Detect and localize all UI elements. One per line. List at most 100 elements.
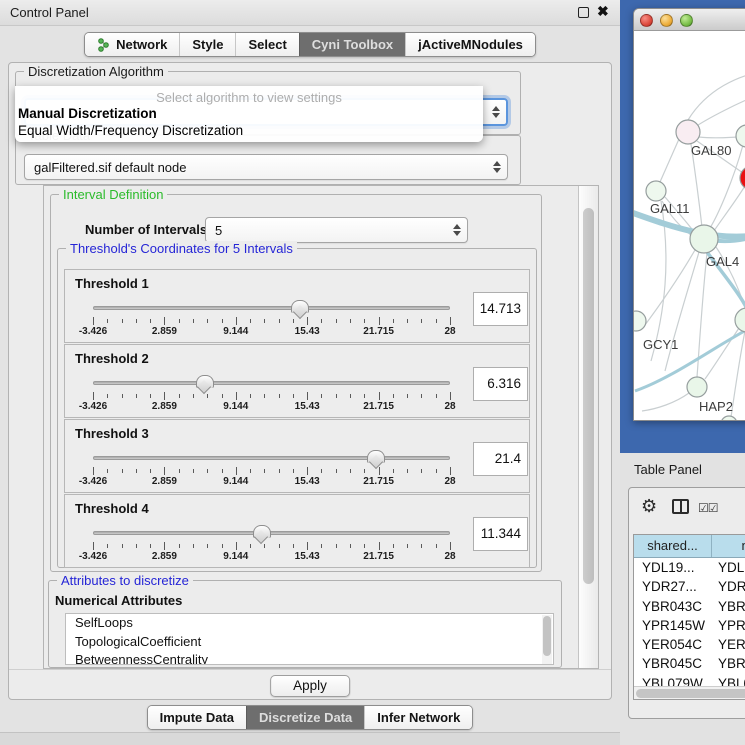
combo-stepper-icon — [492, 106, 500, 118]
network-edge[interactable] — [714, 186, 745, 231]
table-cell: YDR27... — [634, 577, 712, 596]
threshold-value-field[interactable]: 21.4 — [473, 442, 528, 476]
table-horizontal-scrollbar[interactable] — [634, 686, 745, 700]
list-scrollbar[interactable] — [542, 615, 552, 665]
slider-tick-labels: -3.4262.8599.14415.4321.71528 — [93, 326, 450, 338]
tick-label: 28 — [444, 326, 455, 337]
tick-label: 2.859 — [152, 476, 177, 487]
slider-track[interactable] — [93, 456, 450, 460]
threshold-label: Threshold 3 — [75, 426, 149, 441]
popup-item-equal-width-frequency[interactable]: Equal Width/Frequency Discretization — [18, 123, 243, 138]
tick-label: 9.144 — [223, 326, 248, 337]
tick-label: 15.43 — [295, 401, 320, 412]
table-row[interactable]: YBR045CYBR0 — [634, 654, 745, 673]
table-header-row: shared... na — [634, 535, 745, 558]
threshold-value-field[interactable]: 11.344 — [473, 517, 528, 551]
settings-scrollpane: Interval Definition Number of Intervals … — [43, 185, 599, 669]
algorithm-dropdown-popup: Select algorithm to view settings Manual… — [15, 86, 483, 142]
number-of-intervals-combobox[interactable]: 5 — [205, 217, 468, 243]
network-node[interactable] — [687, 377, 707, 397]
table-row[interactable]: YBR043CYBR0 — [634, 597, 745, 616]
network-node[interactable] — [634, 311, 646, 331]
attribute-list-item[interactable]: SelfLoops — [66, 614, 541, 633]
threshold-3-slider[interactable]: -3.4262.8599.14415.4321.71528 — [93, 456, 450, 486]
tick-label: -3.426 — [79, 326, 107, 337]
network-node[interactable] — [721, 416, 737, 421]
settings-scrollbar[interactable] — [578, 186, 598, 668]
combo-placeholder-text: Select algorithm to view settings — [15, 90, 483, 105]
network-node[interactable] — [690, 225, 718, 253]
minimize-traffic-light-icon[interactable] — [660, 14, 673, 27]
attribute-list-item[interactable]: BetweennessCentrality — [66, 651, 541, 665]
slider-ticks — [93, 467, 450, 475]
tab-jactivemnodules[interactable]: jActiveMNodules — [405, 33, 535, 56]
column-header-shared-name[interactable]: shared... — [634, 535, 712, 557]
tab-label: Infer Network — [377, 710, 460, 725]
network-edge[interactable] — [660, 139, 679, 182]
tick-label: 15.43 — [295, 476, 320, 487]
slider-track[interactable] — [93, 306, 450, 310]
interval-definition-group: Interval Definition Number of Intervals … — [50, 194, 542, 572]
tab-impute-data[interactable]: Impute Data — [148, 706, 246, 729]
tab-network[interactable]: Network — [85, 33, 179, 56]
network-node[interactable] — [735, 308, 745, 332]
table-row[interactable]: YBL079WYBL0 — [634, 674, 745, 686]
table-row[interactable]: YER054CYER0 — [634, 635, 745, 654]
column-header-name[interactable]: na — [712, 535, 745, 557]
network-edge[interactable] — [688, 71, 745, 120]
slider-track[interactable] — [93, 531, 450, 535]
threshold-label: Threshold 2 — [75, 351, 149, 366]
panel-footer — [0, 732, 620, 745]
tick-label: 2.859 — [152, 401, 177, 412]
tab-infer-network[interactable]: Infer Network — [364, 706, 472, 729]
table-cell: YBL079W — [634, 674, 712, 686]
tab-cyni-toolbox[interactable]: Cyni Toolbox — [299, 33, 405, 56]
float-window-icon[interactable] — [578, 7, 589, 18]
scrollbar-thumb[interactable] — [583, 208, 594, 584]
network-node[interactable] — [736, 125, 745, 147]
network-window-titlebar[interactable] — [634, 9, 745, 31]
network-edge[interactable] — [665, 252, 699, 371]
close-traffic-light-icon[interactable] — [640, 14, 653, 27]
network-edge[interactable] — [642, 250, 695, 329]
threshold-1-slider[interactable]: -3.4262.8599.14415.4321.71528 — [93, 306, 450, 336]
tab-label: Cyni Toolbox — [312, 37, 393, 52]
checkboxes-icon[interactable]: ☑☑ — [698, 501, 718, 515]
tab-select[interactable]: Select — [235, 33, 298, 56]
attribute-list-item[interactable]: TopologicalCoefficient — [66, 633, 541, 652]
tab-style[interactable]: Style — [179, 33, 235, 56]
network-edge[interactable] — [699, 137, 739, 138]
threshold-value-field[interactable]: 14.713 — [473, 292, 528, 326]
tab-label: jActiveMNodules — [418, 37, 523, 52]
table-row[interactable]: YDL19...YDL1 — [634, 558, 745, 577]
network-edge[interactable] — [731, 331, 745, 417]
split-columns-icon[interactable] — [672, 499, 689, 514]
network-edge[interactable] — [642, 393, 689, 411]
popup-item-manual-discretization[interactable]: Manual Discretization — [18, 106, 157, 121]
tab-discretize-data[interactable]: Discretize Data — [246, 706, 364, 729]
gear-icon[interactable]: ⚙ — [641, 496, 657, 517]
tick-label: 9.144 — [223, 551, 248, 562]
tab-label: Impute Data — [160, 710, 234, 725]
number-of-intervals-label: Number of Intervals — [85, 222, 207, 237]
network-edge[interactable] — [634, 213, 745, 237]
network-node[interactable] — [676, 120, 700, 144]
table-cell: YDL19... — [634, 558, 712, 577]
threshold-4-slider[interactable]: -3.4262.8599.14415.4321.71528 — [93, 531, 450, 561]
slider-track[interactable] — [93, 381, 450, 385]
close-icon[interactable]: ✖ — [597, 3, 609, 20]
table-row[interactable]: YDR27...YDR2 — [634, 577, 745, 596]
tab-label: Discretize Data — [259, 710, 352, 725]
threshold-value-field[interactable]: 6.316 — [473, 367, 528, 401]
apply-button[interactable]: Apply — [270, 675, 350, 697]
network-node[interactable] — [646, 181, 666, 201]
scrollbar-thumb[interactable] — [636, 689, 745, 698]
table-row[interactable]: YPR145WYPR1 — [634, 616, 745, 635]
network-canvas[interactable]: GAL80GACGAL11GAL4GCY1HHAP2 — [634, 31, 745, 421]
zoom-traffic-light-icon[interactable] — [680, 14, 693, 27]
threshold-2-slider[interactable]: -3.4262.8599.14415.4321.71528 — [93, 381, 450, 411]
network-edge[interactable] — [695, 93, 745, 127]
numerical-attributes-list[interactable]: SelfLoopsTopologicalCoefficientBetweenne… — [65, 613, 554, 665]
network-node[interactable] — [740, 166, 745, 190]
table-data-combobox[interactable]: galFiltered.sif default node — [24, 154, 508, 180]
